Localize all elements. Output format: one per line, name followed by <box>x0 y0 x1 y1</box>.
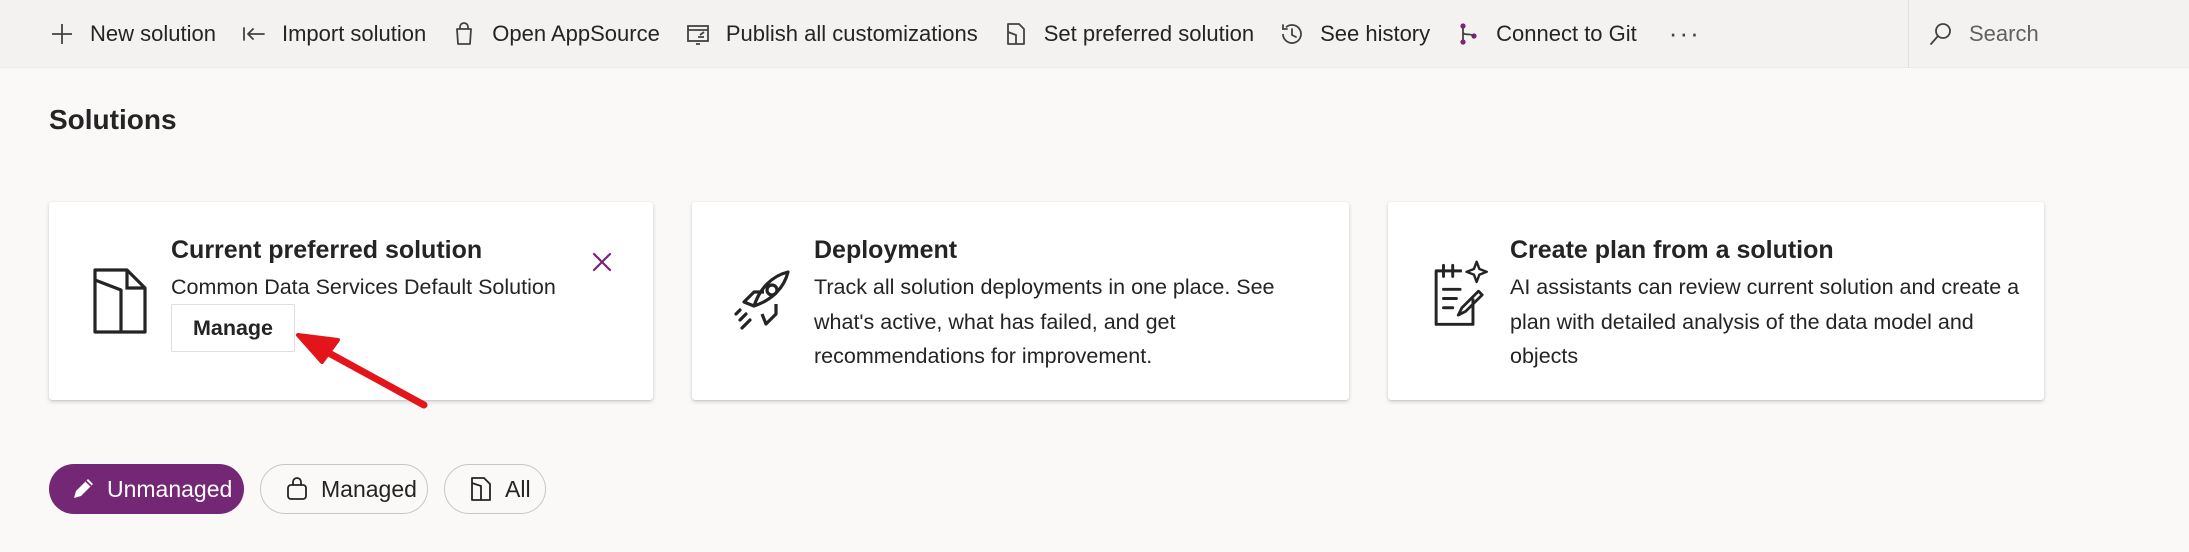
preferred-solution-title: Current preferred solution <box>171 236 483 264</box>
create-plan-description: AI assistants can review current solutio… <box>1510 275 2020 368</box>
set-preferred-solution-label: Set preferred solution <box>1043 20 1255 46</box>
pencil-icon <box>74 479 93 498</box>
publish-icon <box>686 24 709 45</box>
filter-all-label: All <box>505 475 531 502</box>
open-appsource-label: Open AppSource <box>492 20 660 46</box>
set-preferred-solution-button[interactable]: Set preferred solution <box>990 0 1266 68</box>
new-solution-button[interactable]: New solution <box>0 0 228 68</box>
filter-unmanaged-label: Unmanaged <box>107 475 233 502</box>
git-branch-icon <box>1460 22 1477 45</box>
connect-to-git-label: Connect to Git <box>1496 20 1637 46</box>
publish-all-label: Publish all customizations <box>725 20 978 46</box>
publish-all-button[interactable]: Publish all customizations <box>672 0 990 68</box>
more-commands-button[interactable]: ··· <box>1649 18 1721 49</box>
deployment-title: Deployment <box>814 236 958 264</box>
lock-bag-icon <box>287 477 307 500</box>
page-title: Solutions <box>49 104 177 135</box>
document-folder-icon <box>471 477 491 501</box>
search-box[interactable] <box>1908 0 2189 68</box>
sparkle-document-icon <box>1434 260 1488 326</box>
preferred-solution-name: Common Data Services Default Solution <box>171 275 556 299</box>
history-icon <box>1282 23 1302 44</box>
filter-managed-label: Managed <box>321 475 417 502</box>
filter-managed-button[interactable]: Managed <box>260 464 428 514</box>
create-plan-title: Create plan from a solution <box>1510 236 1834 264</box>
preferred-solution-card: Current preferred solution Common Data S… <box>49 202 653 400</box>
manage-button[interactable]: Manage <box>171 304 295 352</box>
see-history-label: See history <box>1320 20 1431 46</box>
close-icon[interactable] <box>584 244 620 280</box>
shopping-bag-icon <box>456 21 473 45</box>
document-folder-icon <box>1006 22 1025 45</box>
plus-icon <box>52 23 72 44</box>
deployment-description: Track all solution deployments in one pl… <box>814 275 1275 368</box>
rocket-icon <box>734 270 790 330</box>
open-appsource-button[interactable]: Open AppSource <box>438 0 672 68</box>
search-icon <box>1930 23 1951 45</box>
import-solution-button[interactable]: Import solution <box>228 0 438 68</box>
deployment-card[interactable]: Deployment Track all solution deployment… <box>692 202 1349 400</box>
import-arrow-icon <box>243 26 265 41</box>
create-plan-card[interactable]: Create plan from a solution AI assistant… <box>1388 202 2044 400</box>
search-input[interactable] <box>1967 20 2171 48</box>
connect-to-git-button[interactable]: Connect to Git <box>1442 0 1649 68</box>
new-solution-label: New solution <box>90 20 216 46</box>
document-folder-icon <box>93 268 147 334</box>
command-bar: New solution Import solution Open AppSou… <box>0 0 2189 68</box>
filter-all-button[interactable]: All <box>444 464 546 514</box>
import-solution-label: Import solution <box>281 20 427 46</box>
see-history-button[interactable]: See history <box>1266 0 1442 68</box>
filter-unmanaged-button[interactable]: Unmanaged <box>49 464 244 514</box>
